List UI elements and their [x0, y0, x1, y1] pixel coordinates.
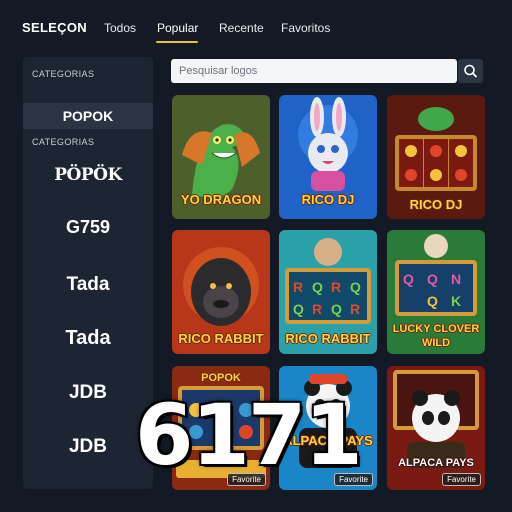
game-card-rico-dj-2[interactable]: RICO DJ — [387, 95, 485, 219]
top-bar: SELEÇON Todos Popular Recente Favoritos — [0, 0, 512, 46]
search-input[interactable] — [171, 59, 457, 83]
game-title: RICO DJ — [409, 197, 463, 212]
game-card-alpaca-pays-2[interactable]: ALPACA PAYS Favorite — [387, 366, 485, 490]
svg-text:Q: Q — [427, 293, 438, 309]
panda-slot-artwork — [387, 366, 485, 490]
tab-todos[interactable]: Todos — [104, 21, 136, 35]
game-title: LUCKY CLOVER WILD — [392, 323, 480, 349]
search-icon — [464, 64, 477, 78]
svg-text:R: R — [312, 301, 322, 317]
sidebar-provider-tada[interactable]: Tada — [23, 274, 153, 296]
svg-text:R: R — [293, 279, 303, 295]
search-button[interactable] — [458, 59, 483, 83]
sidebar-subheading: CATEGORIAS — [32, 137, 95, 147]
svg-text:Q: Q — [403, 271, 414, 287]
svg-text:Q: Q — [331, 301, 342, 317]
game-title: YO DRAGON — [180, 192, 262, 207]
game-title: ALPACA PAYS — [398, 457, 474, 469]
game-card-rico-rabbit-2[interactable]: R Q R Q Q R Q R RICO RABBIT — [279, 230, 377, 354]
tab-recente[interactable]: Recente — [219, 21, 264, 35]
game-title: RICO DJ — [301, 192, 355, 207]
game-title: RICO RABBIT — [285, 331, 371, 346]
svg-text:R: R — [350, 301, 360, 317]
overlay-number: 6171 — [135, 386, 363, 484]
game-title: RICO RABBIT — [178, 331, 264, 346]
sidebar-provider-jdb-2[interactable]: JDB — [23, 436, 153, 458]
svg-text:Q: Q — [293, 301, 304, 317]
active-tab-indicator — [156, 41, 198, 43]
game-card-yo-dragon[interactable]: YO DRAGON — [172, 95, 270, 219]
favorite-badge[interactable]: Favorite — [442, 473, 481, 486]
game-title: POPOK — [201, 372, 241, 384]
tab-popular[interactable]: Popular — [157, 21, 198, 35]
sidebar-heading: CATEGORIAS — [32, 69, 95, 79]
svg-text:N: N — [451, 271, 461, 287]
sidebar-provider-jdb[interactable]: JDB — [23, 382, 153, 404]
svg-text:Q: Q — [350, 279, 361, 295]
sidebar-provider-popok[interactable]: PÖPÖK — [23, 165, 153, 185]
svg-text:Q: Q — [427, 271, 438, 287]
brand-title: SELEÇON — [22, 20, 87, 35]
svg-text:K: K — [451, 293, 461, 309]
sidebar-provider-g759[interactable]: G759 — [23, 217, 153, 238]
game-card-rico-dj[interactable]: RICO DJ — [279, 95, 377, 219]
game-card-rico-rabbit[interactable]: RICO RABBIT — [172, 230, 270, 354]
tab-favoritos[interactable]: Favoritos — [281, 21, 330, 35]
sidebar-selected-label: POPOK — [62, 108, 114, 124]
svg-text:Q: Q — [312, 279, 323, 295]
category-sidebar: CATEGORIAS POPOK CATEGORIAS PÖPÖK G759 T… — [23, 57, 153, 489]
sidebar-item-selected[interactable]: POPOK — [23, 103, 153, 129]
game-card-lucky-clover-wild[interactable]: Q Q N Q K LUCKY CLOVER WILD — [387, 230, 485, 354]
sidebar-provider-tada-2[interactable]: Tada — [23, 327, 153, 350]
svg-text:R: R — [331, 279, 341, 295]
